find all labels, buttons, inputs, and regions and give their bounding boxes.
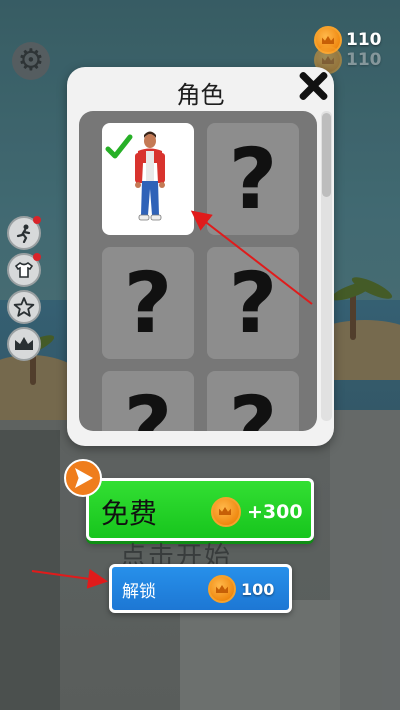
annotation-arrow (31, 568, 108, 589)
annotation-arrow (190, 210, 313, 305)
annotation-arrows (31, 210, 313, 589)
